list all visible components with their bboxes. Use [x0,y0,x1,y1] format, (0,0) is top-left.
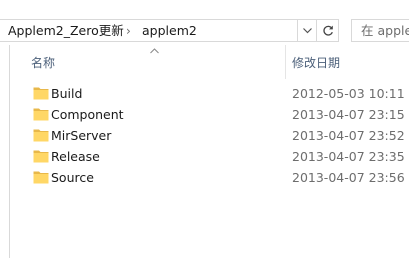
refresh-button[interactable] [317,19,339,42]
file-name: Source [51,170,94,185]
file-name: Release [51,149,100,164]
column-label-date: 修改日期 [292,56,341,70]
list-item[interactable]: MirServer 2013-04-07 23:52 [11,125,409,146]
file-date: 2013-04-07 23:35 [292,149,405,164]
address-bar[interactable]: Applem2_Zero更新 › applem2 [0,19,298,42]
column-header-date[interactable]: 修改日期 [286,45,409,79]
address-toolbar: Applem2_Zero更新 › applem2 在 apple [0,0,409,45]
file-date: 2013-04-07 23:52 [292,128,405,143]
list-item[interactable]: Source 2013-04-07 23:56 [11,167,409,188]
sort-up-icon [150,48,159,54]
refresh-icon [323,25,333,36]
file-date: 2013-04-07 23:15 [292,107,405,122]
folder-icon [33,150,49,163]
breadcrumb-separator[interactable]: › [126,23,131,39]
file-date: 2013-04-07 23:56 [292,170,405,185]
breadcrumb-applem2-zero[interactable]: Applem2_Zero更新 [8,23,124,39]
folder-icon [33,171,49,184]
search-input[interactable]: 在 apple [351,19,409,42]
list-item[interactable]: Build 2012-05-03 10:11 [11,83,409,104]
address-history-button[interactable] [298,19,317,42]
list-item[interactable]: Release 2013-04-07 23:35 [11,146,409,167]
folder-icon [33,129,49,142]
breadcrumb-applem2[interactable]: applem2 [142,23,197,39]
folder-icon [33,87,49,100]
file-list: Build 2012-05-03 10:11 Component 2013-04… [11,79,409,258]
file-name: MirServer [51,128,112,143]
list-item[interactable]: Component 2013-04-07 23:15 [11,104,409,125]
file-name: Build [51,86,83,101]
file-name: Component [51,107,124,122]
column-header-name[interactable]: 名称 [11,45,286,79]
file-explorer-window: Applem2_Zero更新 › applem2 在 apple 名称 修改日期 [0,0,409,258]
search-placeholder: 在 apple [361,23,409,38]
folder-icon [33,108,49,121]
column-label-name: 名称 [31,56,56,70]
chevron-down-icon [303,28,312,34]
file-date: 2012-05-03 10:11 [292,86,405,101]
navigation-pane [0,45,10,258]
